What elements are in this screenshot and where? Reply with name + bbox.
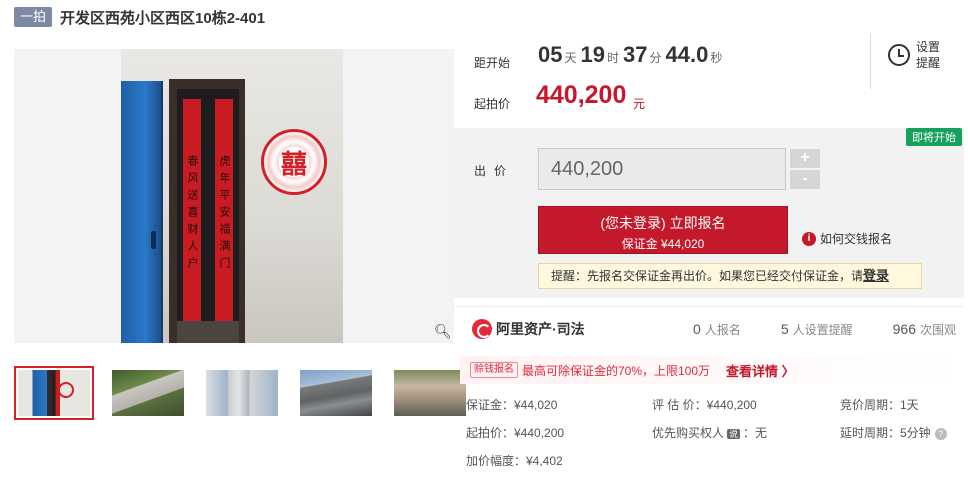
auction-round-tag: 一拍 bbox=[14, 7, 53, 27]
status-badge: 即将开始 bbox=[906, 128, 962, 146]
blue-door bbox=[121, 81, 163, 343]
couplet-right: 虎年平安福满门 bbox=[215, 99, 233, 329]
promo-text: 最高可除保证金的70%，上限100万 bbox=[522, 363, 711, 378]
countdown-seconds-unit: 秒 bbox=[710, 51, 723, 65]
countdown-minutes: 37 bbox=[623, 42, 648, 67]
couplet-left: 春风送喜财人户 bbox=[183, 99, 201, 329]
door-mat bbox=[177, 321, 239, 343]
set-reminder-label: 设置提醒 bbox=[916, 40, 941, 70]
countdown-seconds: 44.0 bbox=[665, 42, 709, 67]
red-door: 春风送喜财人户 虎年平安福满门 bbox=[177, 89, 239, 343]
ali-assets-logo-icon bbox=[472, 319, 492, 339]
info-icon: i bbox=[802, 231, 816, 246]
priority-help-badge[interactable]: 说 bbox=[727, 429, 741, 439]
how-to-pay-link[interactable]: i 如何交钱报名 bbox=[802, 230, 892, 247]
platform-logo: 阿里资产·司法 bbox=[472, 319, 585, 339]
stat-registered: 0 人报名 bbox=[693, 321, 741, 337]
countdown-minutes-unit: 分 bbox=[649, 51, 662, 65]
double-happiness-sign: 囍 bbox=[261, 129, 327, 195]
auction-stats: 0 人报名 5 人设置提醒 966 次围观 bbox=[653, 321, 956, 338]
thumbnail-strip bbox=[14, 366, 484, 420]
priority-buyer-info: 优先购买权人说：无 bbox=[652, 426, 768, 440]
bid-stepper: + - bbox=[790, 149, 820, 191]
bid-label: 出价 bbox=[474, 164, 515, 178]
page-title: 开发区西苑小区西区10栋2-401 bbox=[60, 9, 266, 27]
bid-panel: 即将开始 出价 + - (您未登录) 立即报名 保证金 ¥44,020 i 如何… bbox=[454, 128, 964, 298]
divider bbox=[870, 33, 871, 89]
increment-info: 加价幅度：¥4,402 bbox=[466, 454, 563, 468]
main-photo[interactable]: 春风送喜财人户 虎年平安福满门 囍 🔍︎ bbox=[14, 49, 454, 343]
decrease-bid-button[interactable]: - bbox=[790, 170, 820, 189]
countdown-label: 距开始 bbox=[474, 56, 511, 70]
register-button-label: (您未登录) 立即报名 bbox=[600, 215, 726, 231]
countdown-days: 05 bbox=[538, 42, 563, 67]
notice-text: 提醒：先报名交保证金再出价。如果您已经交付保证金，请 bbox=[551, 269, 864, 283]
stat-views: 966 次围观 bbox=[892, 321, 956, 337]
start-price-info: 起拍价：¥440,200 bbox=[466, 426, 565, 440]
delay-cycle-info: 延时周期：5分钟? bbox=[840, 424, 947, 441]
how-to-pay-label: 如何交钱报名 bbox=[820, 232, 893, 246]
login-link[interactable]: 登录 bbox=[863, 268, 889, 283]
thumbnail-street[interactable] bbox=[390, 366, 470, 420]
set-reminder-button[interactable]: 设置提醒 bbox=[888, 39, 944, 71]
start-price-label: 起拍价 bbox=[474, 97, 511, 111]
view-details-link[interactable]: 查看详情 〉 bbox=[726, 361, 795, 380]
start-price-value: 440,200 bbox=[536, 81, 627, 109]
increase-bid-button[interactable]: + bbox=[790, 149, 820, 168]
countdown-hours-unit: 时 bbox=[606, 51, 619, 65]
countdown-timer: 05 天 19 时 37 分 44.0 秒 bbox=[538, 42, 726, 68]
help-icon[interactable]: ? bbox=[934, 428, 947, 440]
bidding-cycle-info: 竞价周期：1天 bbox=[840, 398, 919, 412]
auction-summary: 距开始 05 天 19 时 37 分 44.0 秒 起拍价 440,200 元 … bbox=[454, 33, 964, 128]
start-price-unit: 元 bbox=[633, 97, 646, 111]
platform-name: 阿里资产·司法 bbox=[496, 321, 585, 337]
register-button[interactable]: (您未登录) 立即报名 保证金 ¥44,020 bbox=[538, 206, 788, 254]
credit-promo-banner: 赊钱报名 最高可除保证金的70%，上限100万 查看详情 〉 bbox=[460, 356, 960, 384]
credit-tag: 赊钱报名 bbox=[470, 362, 518, 378]
bid-amount-input[interactable] bbox=[538, 148, 786, 190]
deposit-info: 保证金：¥44,020 bbox=[466, 398, 558, 412]
platform-row: 阿里资产·司法 0 人报名 5 人设置提醒 966 次围观 bbox=[454, 306, 964, 350]
thumbnail-courtyard[interactable] bbox=[108, 366, 188, 420]
thumbnail-buildings-street[interactable] bbox=[296, 366, 376, 420]
login-notice: 提醒：先报名交保证金再出价。如果您已经交付保证金，请登录 bbox=[538, 263, 922, 289]
thumbnail-door[interactable] bbox=[14, 366, 94, 420]
countdown-hours: 19 bbox=[580, 42, 605, 67]
stat-reminders: 5 人设置提醒 bbox=[780, 321, 853, 337]
thumbnail-building[interactable] bbox=[202, 366, 282, 420]
door-photo-image: 春风送喜财人户 虎年平安福满门 囍 bbox=[121, 49, 343, 343]
assessment-price-info: 评 估 价：¥440,200 bbox=[652, 398, 757, 412]
title-row: 一拍 开发区西苑小区西区10栋2-401 bbox=[14, 7, 265, 27]
countdown-days-unit: 天 bbox=[564, 51, 577, 65]
magnifier-icon[interactable]: 🔍︎ bbox=[434, 323, 452, 339]
alarm-clock-icon bbox=[888, 44, 910, 66]
register-deposit-label: 保证金 ¥44,020 bbox=[621, 237, 705, 251]
